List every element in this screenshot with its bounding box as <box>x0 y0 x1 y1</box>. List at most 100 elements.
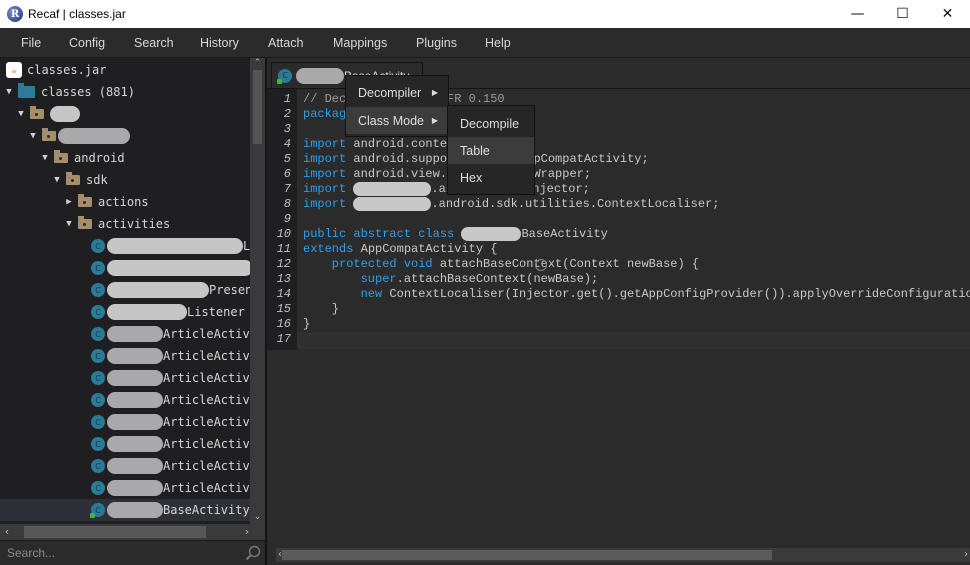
scrollbar-thumb[interactable] <box>24 526 206 538</box>
code-line-8: import .android.sdk.utilities.ContextLoc… <box>303 197 719 212</box>
line-number: 9 <box>283 212 291 226</box>
menu-file[interactable]: File <box>21 36 41 50</box>
scrollbar-thumb[interactable] <box>253 70 262 144</box>
tree-item-activities[interactable]: ▼ activities <box>0 213 250 235</box>
code-line-14: new ContextLocaliser(Injector.get().getA… <box>303 287 970 302</box>
close-button[interactable]: ✕ <box>925 0 970 28</box>
tree-item-package[interactable]: ▼ <box>0 103 250 125</box>
tree-item-label: BaseActivity <box>163 503 250 517</box>
tree-item-class[interactable]: C ArticleActivit <box>0 455 250 477</box>
redacted-text <box>107 260 250 276</box>
menu-item-class-mode[interactable]: Class Mode ▶ <box>346 107 448 134</box>
menu-item-table[interactable]: Table <box>448 137 534 164</box>
menu-plugins[interactable]: Plugins <box>416 36 457 50</box>
expand-arrow-icon[interactable]: ▼ <box>40 153 50 163</box>
line-number: 4 <box>283 137 291 151</box>
scroll-left-icon[interactable]: ‹ <box>0 524 14 540</box>
tree-item-jar[interactable]: ☕ classes.jar <box>0 59 250 81</box>
expand-arrow-icon[interactable]: ▼ <box>52 175 62 185</box>
expand-arrow-icon[interactable]: ▼ <box>64 219 74 229</box>
class-icon: C <box>91 371 105 385</box>
tree-item-label: ArticleActivit <box>163 393 250 407</box>
line-number: 17 <box>276 332 291 346</box>
editor-horizontal-scrollbar[interactable]: ‹ › <box>276 548 970 562</box>
menu-item-hex[interactable]: Hex <box>448 164 534 191</box>
scroll-right-icon[interactable]: › <box>240 524 254 540</box>
menu-history[interactable]: History <box>200 36 239 50</box>
tree-item-android[interactable]: ▼ android <box>0 147 250 169</box>
tree-item-class[interactable]: C ArticleActivit <box>0 345 250 367</box>
code-text: .android.sdk.utilities.ContextLocaliser; <box>431 197 720 212</box>
expand-arrow-icon[interactable]: ▼ <box>4 87 14 97</box>
class-icon: C <box>90 503 105 518</box>
scrollbar-thumb[interactable] <box>282 550 772 560</box>
line-number: 12 <box>276 257 291 271</box>
search-input[interactable] <box>0 541 240 565</box>
tree-item-label: Present <box>209 283 250 297</box>
tree-item-label: android <box>74 151 125 165</box>
maximize-button[interactable]: ☐ <box>880 0 925 28</box>
tree-item-sdk[interactable]: ▼ sdk <box>0 169 250 191</box>
tree-item-class[interactable]: C ArticleActivit <box>0 477 250 499</box>
tree-item-label: sdk <box>86 173 108 187</box>
scroll-right-icon[interactable]: › <box>962 548 970 562</box>
redacted-text <box>107 326 163 342</box>
tree-item-class[interactable]: C ArticleActivit <box>0 367 250 389</box>
tree-item-actions[interactable]: ▶ actions <box>0 191 250 213</box>
class-icon: C <box>91 305 105 319</box>
redacted-text <box>296 67 344 84</box>
tree-item-class[interactable]: C ArticleActivit <box>0 323 250 345</box>
search-bar <box>0 540 265 565</box>
search-icon[interactable] <box>245 545 261 561</box>
tree-item-class[interactable]: C <box>0 257 250 279</box>
code-line-12: protected void attachBaseContext(Context… <box>303 257 699 272</box>
code-keyword: import <box>303 182 347 197</box>
expand-arrow-icon[interactable]: ▼ <box>28 131 38 141</box>
tree-item-class[interactable]: C Present <box>0 279 250 301</box>
current-line-highlight <box>297 332 970 349</box>
tree-item-class-selected[interactable]: C BaseActivity <box>0 499 250 521</box>
tree-item-label: activities <box>98 217 171 231</box>
line-number: 7 <box>283 182 291 196</box>
code-keyword: import <box>303 197 347 212</box>
tree-item-label: ArticleActivit <box>163 481 250 495</box>
menu-item-decompile[interactable]: Decompile <box>448 110 534 137</box>
folder-icon <box>18 83 35 98</box>
class-icon: C <box>277 68 292 84</box>
menu-search[interactable]: Search <box>134 36 174 50</box>
class-icon: C <box>91 349 105 363</box>
code-keyword: import <box>303 137 347 151</box>
expand-arrow-icon[interactable]: ▼ <box>16 109 26 119</box>
line-number: 14 <box>276 287 291 301</box>
submenu-arrow-icon: ▶ <box>431 88 438 97</box>
tree-item-class[interactable]: C ArticleActivit <box>0 389 250 411</box>
tree-vertical-scrollbar[interactable]: ⌃ ⌄ <box>250 58 265 524</box>
tree-item-class[interactable]: C ArticleActivit <box>0 433 250 455</box>
minimize-button[interactable]: — <box>835 0 880 28</box>
code-keyword: public abstract class <box>303 227 455 242</box>
java-jar-icon: ☕ <box>6 62 22 78</box>
menu-config[interactable]: Config <box>69 36 105 50</box>
scroll-up-icon[interactable]: ⌃ <box>250 58 265 70</box>
menu-help[interactable]: Help <box>485 36 511 50</box>
package-icon <box>78 194 92 207</box>
menu-mappings[interactable]: Mappings <box>333 36 387 50</box>
tree-item-package[interactable]: ▼ <box>0 125 250 147</box>
menu-item-decompiler[interactable]: Decompiler ▶ <box>346 79 448 106</box>
code-keyword: extends <box>303 242 354 256</box>
tree-item-classes[interactable]: ▼ classes (881) <box>0 81 250 103</box>
collapse-arrow-icon[interactable]: ▶ <box>64 197 74 207</box>
submenu-arrow-icon: ▶ <box>431 116 438 125</box>
code-text: .attachBaseContext(newBase); <box>396 272 599 286</box>
scroll-down-icon[interactable]: ⌄ <box>250 512 265 524</box>
code-line-13: super.attachBaseContext(newBase); <box>303 272 599 287</box>
menu-attach[interactable]: Attach <box>268 36 303 50</box>
tree-item-class[interactable]: C ArticleActivit <box>0 411 250 433</box>
tree-item-label: Listener <box>187 305 245 319</box>
tree-item-class[interactable]: C Listener <box>0 301 250 323</box>
code-text: AppCompatActivity { <box>353 242 498 256</box>
tree-horizontal-scrollbar[interactable]: ‹ › <box>0 524 265 540</box>
tree-item-class[interactable]: C Li <box>0 235 250 257</box>
line-number: 6 <box>283 167 291 181</box>
title-bar: R Recaf | classes.jar — ☐ ✕ <box>0 0 970 28</box>
